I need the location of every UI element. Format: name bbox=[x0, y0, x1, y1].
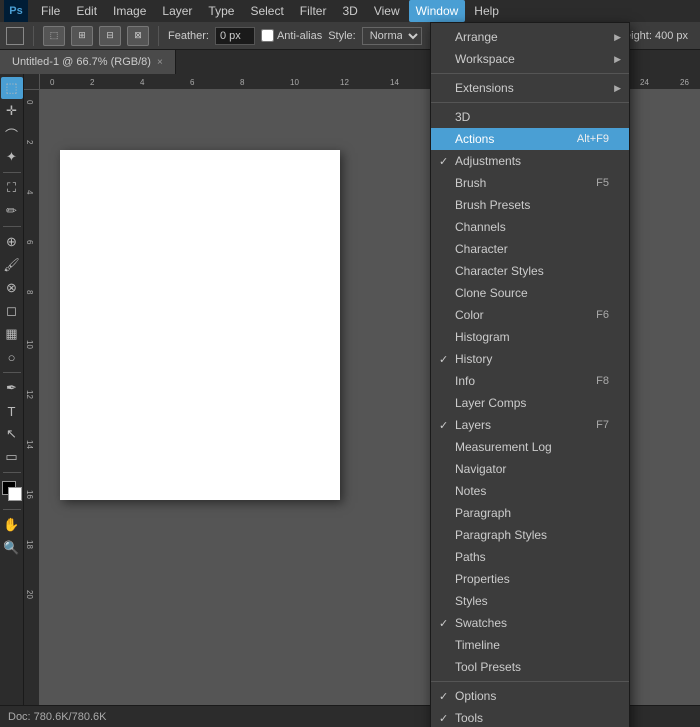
menu-item-3d[interactable]: 3D bbox=[431, 106, 629, 128]
menu-item-histogram[interactable]: Histogram bbox=[431, 326, 629, 348]
menu-item-character[interactable]: Character bbox=[431, 238, 629, 260]
menu-item-swatches[interactable]: Swatches bbox=[431, 612, 629, 634]
menu-item-notes[interactable]: Notes bbox=[431, 480, 629, 502]
menu-item-clone-source[interactable]: Clone Source bbox=[431, 282, 629, 304]
menu-item-brush[interactable]: Brush F5 bbox=[431, 172, 629, 194]
menu-item-workspace[interactable]: Workspace bbox=[431, 48, 629, 70]
menu-item-navigator[interactable]: Navigator bbox=[431, 458, 629, 480]
menu-item-paragraph[interactable]: Paragraph bbox=[431, 502, 629, 524]
menu-item-extensions[interactable]: Extensions bbox=[431, 77, 629, 99]
menu-item-layers[interactable]: Layers F7 bbox=[431, 414, 629, 436]
menu-item-options[interactable]: Options bbox=[431, 685, 629, 707]
menu-item-brush-presets[interactable]: Brush Presets bbox=[431, 194, 629, 216]
menu-item-arrange[interactable]: Arrange bbox=[431, 26, 629, 48]
menu-item-actions[interactable]: Actions Alt+F9 bbox=[431, 128, 629, 150]
window-menu-dropdown: Arrange Workspace Extensions 3D Actions … bbox=[430, 22, 630, 727]
dropdown-overlay[interactable]: Arrange Workspace Extensions 3D Actions … bbox=[0, 0, 700, 727]
menu-item-measurement-log[interactable]: Measurement Log bbox=[431, 436, 629, 458]
menu-item-paths[interactable]: Paths bbox=[431, 546, 629, 568]
menu-item-channels[interactable]: Channels bbox=[431, 216, 629, 238]
menu-item-layer-comps[interactable]: Layer Comps bbox=[431, 392, 629, 414]
menu-item-styles[interactable]: Styles bbox=[431, 590, 629, 612]
menu-item-history[interactable]: History bbox=[431, 348, 629, 370]
menu-item-info[interactable]: Info F8 bbox=[431, 370, 629, 392]
menu-item-adjustments[interactable]: Adjustments bbox=[431, 150, 629, 172]
menu-item-character-styles[interactable]: Character Styles bbox=[431, 260, 629, 282]
menu-separator-2 bbox=[431, 102, 629, 103]
menu-item-color[interactable]: Color F6 bbox=[431, 304, 629, 326]
menu-item-paragraph-styles[interactable]: Paragraph Styles bbox=[431, 524, 629, 546]
menu-item-tool-presets[interactable]: Tool Presets bbox=[431, 656, 629, 678]
menu-item-properties[interactable]: Properties bbox=[431, 568, 629, 590]
menu-separator-1 bbox=[431, 73, 629, 74]
menu-separator-3 bbox=[431, 681, 629, 682]
menu-item-timeline[interactable]: Timeline bbox=[431, 634, 629, 656]
menu-item-tools[interactable]: Tools bbox=[431, 707, 629, 727]
